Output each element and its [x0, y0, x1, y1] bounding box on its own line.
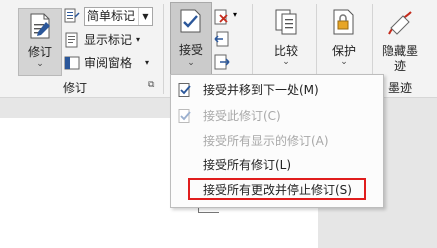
menu-item-accept-this-change[interactable]: 接受此修订(C)	[172, 105, 382, 127]
accept-check-icon	[180, 9, 201, 33]
protect-lock-icon	[333, 9, 354, 35]
chevron-down-icon: ⌄	[282, 57, 290, 67]
chevron-down-icon: ▾	[145, 58, 150, 67]
previous-arrow-icon	[214, 31, 229, 47]
reviewing-pane-button[interactable]: 审阅窗格 ▾	[64, 53, 154, 73]
tracking-group-label: 修订	[62, 81, 87, 95]
next-arrow-icon	[214, 54, 230, 70]
menu-item-accept-and-move-next[interactable]: 接受并移到下一处(M)	[172, 79, 382, 101]
reject-x-icon	[214, 9, 228, 25]
reviewing-pane-icon	[64, 56, 80, 70]
reviewing-pane-label: 审阅窗格	[84, 56, 133, 70]
accept-check-icon	[178, 109, 191, 123]
chevron-down-icon: ▾	[136, 35, 141, 44]
markup-icon	[64, 8, 80, 23]
markup-select-value: 简单标记	[87, 9, 136, 23]
accept-button[interactable]: 接受 ⌄	[170, 2, 212, 76]
accept-label: 接受	[178, 43, 203, 57]
menu-item-label: 接受所有修订(L)	[203, 158, 292, 172]
markup-select[interactable]: 简单标记 ▼	[84, 7, 153, 26]
track-changes-button[interactable]: 修订 ⌄	[18, 8, 62, 76]
compare-icon	[275, 9, 297, 35]
compare-button[interactable]: 比较 ⌄	[262, 6, 310, 72]
reject-button[interactable]: ▾	[214, 8, 244, 26]
chevron-down-icon: ⌄	[36, 59, 44, 69]
protect-button[interactable]: 保护 ⌄	[322, 6, 366, 72]
chevron-down-icon: ▾	[233, 10, 238, 19]
dialog-launcher-icon[interactable]: ⧉	[148, 80, 154, 90]
hide-ink-button[interactable]: 隐藏墨 迹	[376, 6, 424, 74]
show-markup-button[interactable]: 显示标记 ▾	[64, 30, 154, 50]
group-separator	[316, 4, 317, 74]
menu-item-accept-all-changes[interactable]: 接受所有修订(L)	[172, 154, 382, 176]
highlight-box	[188, 178, 366, 200]
markup-row: 简单标记 ▼	[64, 6, 154, 26]
menu-item-label: 接受所有显示的修订(A)	[203, 134, 329, 148]
group-separator	[163, 4, 164, 94]
menu-item-label: 接受并移到下一处(M)	[203, 83, 319, 97]
show-markup-label: 显示标记	[84, 33, 133, 47]
chevron-down-icon: ⌄	[340, 57, 348, 67]
menu-item-accept-all-shown[interactable]: 接受所有显示的修订(A)	[172, 130, 382, 152]
show-markup-icon	[65, 32, 78, 48]
track-changes-label: 修订	[27, 45, 52, 59]
dropdown-arrow-icon: ▼	[138, 8, 152, 25]
ink-group-label: 墨迹	[387, 81, 412, 95]
chevron-down-icon: ⌄	[187, 58, 195, 68]
menu-item-label: 接受此修订(C)	[203, 109, 281, 123]
next-change-button[interactable]	[214, 54, 232, 72]
track-changes-icon	[30, 13, 50, 39]
accept-check-icon	[178, 83, 191, 97]
group-separator	[252, 4, 253, 74]
hide-ink-icon	[388, 11, 412, 35]
previous-change-button[interactable]	[214, 31, 232, 49]
hide-ink-label-line2: 迹	[393, 59, 406, 73]
